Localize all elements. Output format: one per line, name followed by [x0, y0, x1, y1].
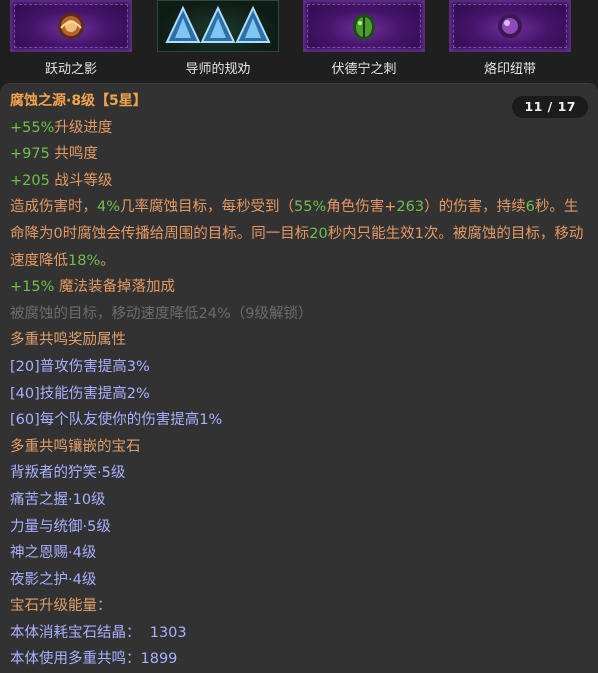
gem-title-text: 腐蚀之源·8级 — [10, 93, 96, 109]
desc-text: 造成伤害时， — [10, 199, 97, 216]
magic-drop-line: +15% 魔法装备掉落加成 — [10, 274, 588, 301]
socketed-gem: 背叛者的狞笑·5级 — [10, 465, 126, 482]
desc-number: 6 — [525, 199, 535, 216]
upgrade-heading: 宝石升级能量： — [10, 598, 112, 615]
gem-card-2[interactable]: 伏德宁之刺 — [303, 0, 425, 83]
desc-number: 55% — [294, 199, 327, 216]
resonance-bonus: [40]技能伤害提高2% — [10, 385, 150, 402]
stat-label: 升级进度 — [54, 119, 113, 136]
green-beetle-gem-icon — [353, 14, 375, 40]
resonance-bonus: [60]每个队友使你的伤害提高1% — [10, 412, 223, 429]
triple-blue-pyramid-gem-icon — [165, 5, 271, 43]
resonance-heading: 多重共鸣奖励属性 — [10, 332, 126, 349]
gem-title: 腐蚀之源·8级【5星】 — [10, 88, 588, 115]
crystal-cost: 本体消耗宝石结晶： 1303 — [10, 624, 187, 641]
gem-tile[interactable] — [449, 0, 571, 52]
socketed-gem: 神之恩赐·4级 — [10, 545, 97, 562]
gem-selector-strip: 跃动之影 导师的规劝 伏德宁之刺 烙印纽带 — [0, 0, 598, 83]
stat-value: +205 — [10, 172, 50, 189]
desc-number: 20 — [309, 225, 328, 242]
socketed-gem: 夜影之护·4级 — [10, 571, 97, 588]
desc-number: 18% — [68, 252, 101, 269]
stat-value: +55% — [10, 119, 55, 136]
orange-swirl-gem-icon — [58, 13, 84, 39]
purple-orb-gem-icon — [498, 14, 522, 38]
gem-card-3[interactable]: 烙印纽带 — [449, 0, 571, 83]
gem-name: 跃动之影 — [44, 62, 97, 77]
desc-text: 角色伤害+ — [326, 199, 397, 216]
gem-tile[interactable] — [303, 0, 425, 52]
desc-text: ）的伤害，持续 — [424, 199, 526, 216]
gem-tile[interactable] — [157, 0, 279, 52]
gem-name: 伏德宁之刺 — [331, 62, 397, 77]
resonance-cost: 本体使用多重共鸣：1899 — [10, 651, 178, 668]
gem-star-rating: 【5星】 — [95, 93, 147, 109]
stat-value: +975 — [10, 146, 50, 163]
magic-drop-label: 魔法装备掉落加成 — [54, 279, 175, 296]
effect-description: 造成伤害时，4%几率腐蚀目标，每秒受到（55%角色伤害+263）的伤害，持续6秒… — [10, 194, 585, 274]
socketed-gem: 力量与统御·5级 — [10, 518, 111, 535]
gem-card-0[interactable]: 跃动之影 — [10, 0, 132, 83]
stat-line: +205 战斗等级 — [10, 168, 588, 195]
desc-number: 4% — [97, 199, 121, 216]
stat-line: +55%升级进度 — [10, 115, 588, 142]
gem-tile[interactable] — [10, 0, 132, 52]
desc-number: 263 — [396, 199, 425, 216]
gem-name: 导师的规劝 — [185, 62, 251, 77]
desc-text: 几率腐蚀目标，每秒受到（ — [120, 199, 295, 216]
resonance-bonus: [20]普攻伤害提高3% — [10, 358, 150, 375]
gem-name: 烙印纽带 — [483, 62, 536, 77]
gem-detail-panel: 11 / 17 腐蚀之源·8级【5星】 +55%升级进度 +975 共鸣度 +2… — [0, 83, 598, 673]
stat-label: 共鸣度 — [49, 146, 98, 163]
page-indicator: 11 / 17 — [512, 96, 588, 118]
locked-effect: 被腐蚀的目标，移动速度降低24%（9级解锁） — [10, 305, 313, 322]
gem-card-1[interactable]: 导师的规劝 — [157, 0, 279, 83]
stat-line: +975 共鸣度 — [10, 141, 588, 168]
stat-label: 战斗等级 — [49, 172, 113, 189]
desc-text: 。 — [100, 252, 115, 269]
socketed-gem: 痛苦之握·10级 — [10, 491, 106, 508]
magic-drop-value: +15% — [10, 279, 55, 296]
socket-heading: 多重共鸣镶嵌的宝石 — [10, 438, 141, 455]
